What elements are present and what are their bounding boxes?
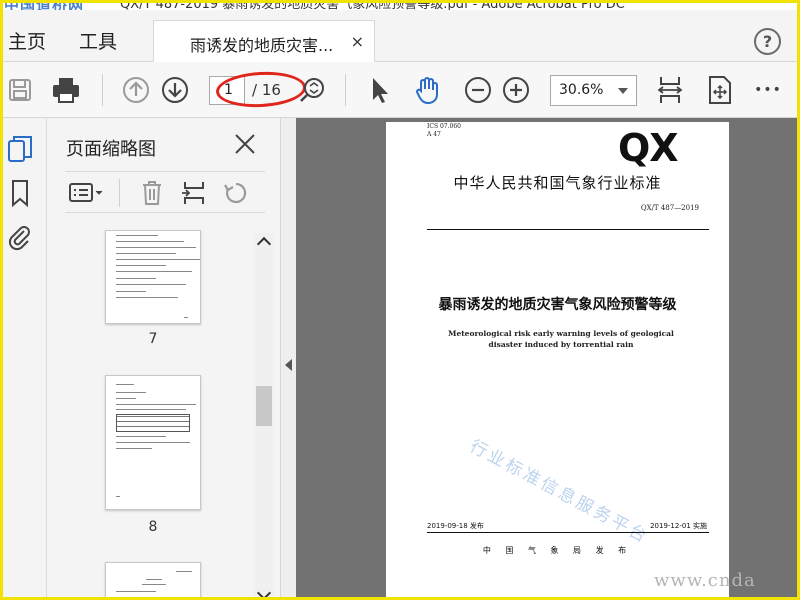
standard-title: 中华人民共和国气象行业标准: [453, 174, 662, 192]
collapse-panel-icon[interactable]: [285, 359, 292, 371]
thumbnail-toolbar-separator: [119, 179, 120, 207]
page-thumbnails-icon[interactable]: [5, 134, 35, 164]
menu-home[interactable]: 主页: [8, 27, 46, 54]
footer-rule: [427, 532, 709, 533]
main-toolbar: 1 / 16 30.6% •••: [0, 62, 800, 118]
thumbnail-page-number: 8: [148, 519, 158, 535]
zoom-out-icon[interactable]: [462, 74, 494, 106]
attachment-icon[interactable]: [5, 222, 35, 252]
qx-logo: QX: [618, 126, 679, 170]
zoom-search-icon[interactable]: [296, 74, 328, 106]
zoom-level-value: 30.6%: [559, 82, 604, 98]
close-panel-icon[interactable]: [233, 132, 257, 156]
watermark-text: 行业标准信息服务平台: [466, 436, 653, 548]
scroll-down-icon[interactable]: [256, 585, 272, 600]
zoom-level-dropdown[interactable]: 30.6%: [550, 75, 637, 106]
thumbnail-scrollbar[interactable]: [254, 233, 274, 600]
publish-date: 2019-09-18 发布: [427, 522, 484, 530]
scroll-up-icon[interactable]: [256, 236, 272, 252]
previous-page-icon[interactable]: [120, 74, 152, 106]
more-tools-button[interactable]: •••: [752, 74, 784, 106]
save-icon[interactable]: [4, 74, 36, 106]
rotate-page-icon[interactable]: [223, 180, 249, 206]
site-watermark: www.cnda: [654, 570, 756, 591]
thumbnail-page[interactable]: [105, 230, 201, 324]
toolbar-separator: [102, 74, 103, 106]
window-title-bar: 中国道桥网 QX/T 487-2019 暴雨诱发的地质灾害气象风险预警等级.pd…: [0, 0, 800, 10]
header-rule: [427, 229, 709, 230]
insert-page-icon[interactable]: [181, 180, 207, 206]
thumbnail-page[interactable]: [105, 562, 201, 600]
thumbnail-panel: 页面缩略图 7 8: [47, 118, 280, 600]
document-title-english: Meteorological risk early warning levels…: [448, 329, 674, 349]
scrollbar-thumb[interactable]: [256, 386, 272, 426]
menu-tools[interactable]: 工具: [79, 27, 117, 54]
window-close-button[interactable]: ✕: [766, 0, 778, 8]
fit-page-width-icon[interactable]: [654, 74, 686, 106]
next-page-icon[interactable]: [159, 74, 191, 106]
chevron-down-icon: [618, 88, 628, 94]
thumbnail-options-icon[interactable]: [69, 180, 105, 206]
issuer: 中 国 气 象 局 发 布: [482, 546, 633, 555]
document-tab[interactable]: 雨诱发的地质灾害... ×: [153, 20, 375, 63]
standard-code: QX/T 487—2019: [640, 204, 699, 212]
document-tab-label: 雨诱发的地质灾害...: [190, 36, 334, 55]
tab-close-icon[interactable]: ×: [351, 32, 364, 51]
document-view[interactable]: ICS 07.060 A 47 QX 中华人民共和国气象行业标准 QX/T 48…: [296, 118, 800, 600]
menu-tab-bar: 主页 工具 雨诱发的地质灾害... × ?: [0, 10, 800, 63]
document-title: 暴雨诱发的地质灾害气象风险预警等级: [438, 297, 677, 313]
zoom-in-icon[interactable]: [500, 74, 532, 106]
watermark-logo: 中国道桥网: [4, 0, 85, 10]
thumbnail-page-number: 7: [148, 331, 158, 347]
hand-tool-icon[interactable]: [412, 74, 444, 106]
select-cursor-icon[interactable]: [364, 74, 396, 106]
delete-page-icon[interactable]: [139, 180, 165, 206]
bookmark-icon[interactable]: [5, 178, 35, 208]
help-button[interactable]: ?: [754, 28, 781, 55]
print-icon[interactable]: [50, 74, 82, 106]
panel-divider[interactable]: [280, 118, 296, 600]
thumbnail-toolbar: [65, 171, 265, 213]
full-screen-icon[interactable]: [704, 74, 736, 106]
implement-date: 2019-12-01 实施: [650, 522, 707, 530]
ics-code: ICS 07.060 A 47: [427, 123, 461, 138]
thumbnail-list[interactable]: 7 8: [65, 230, 275, 600]
toolbar-separator: [345, 74, 346, 106]
navigation-rail: [0, 118, 47, 600]
pdf-page: ICS 07.060 A 47 QX 中华人民共和国气象行业标准 QX/T 48…: [386, 122, 729, 600]
panel-title: 页面缩略图: [66, 139, 156, 160]
thumbnail-page[interactable]: [105, 375, 201, 510]
window-title: QX/T 487-2019 暴雨诱发的地质灾害气象风险预警等级.pdf - Ad…: [120, 0, 625, 10]
